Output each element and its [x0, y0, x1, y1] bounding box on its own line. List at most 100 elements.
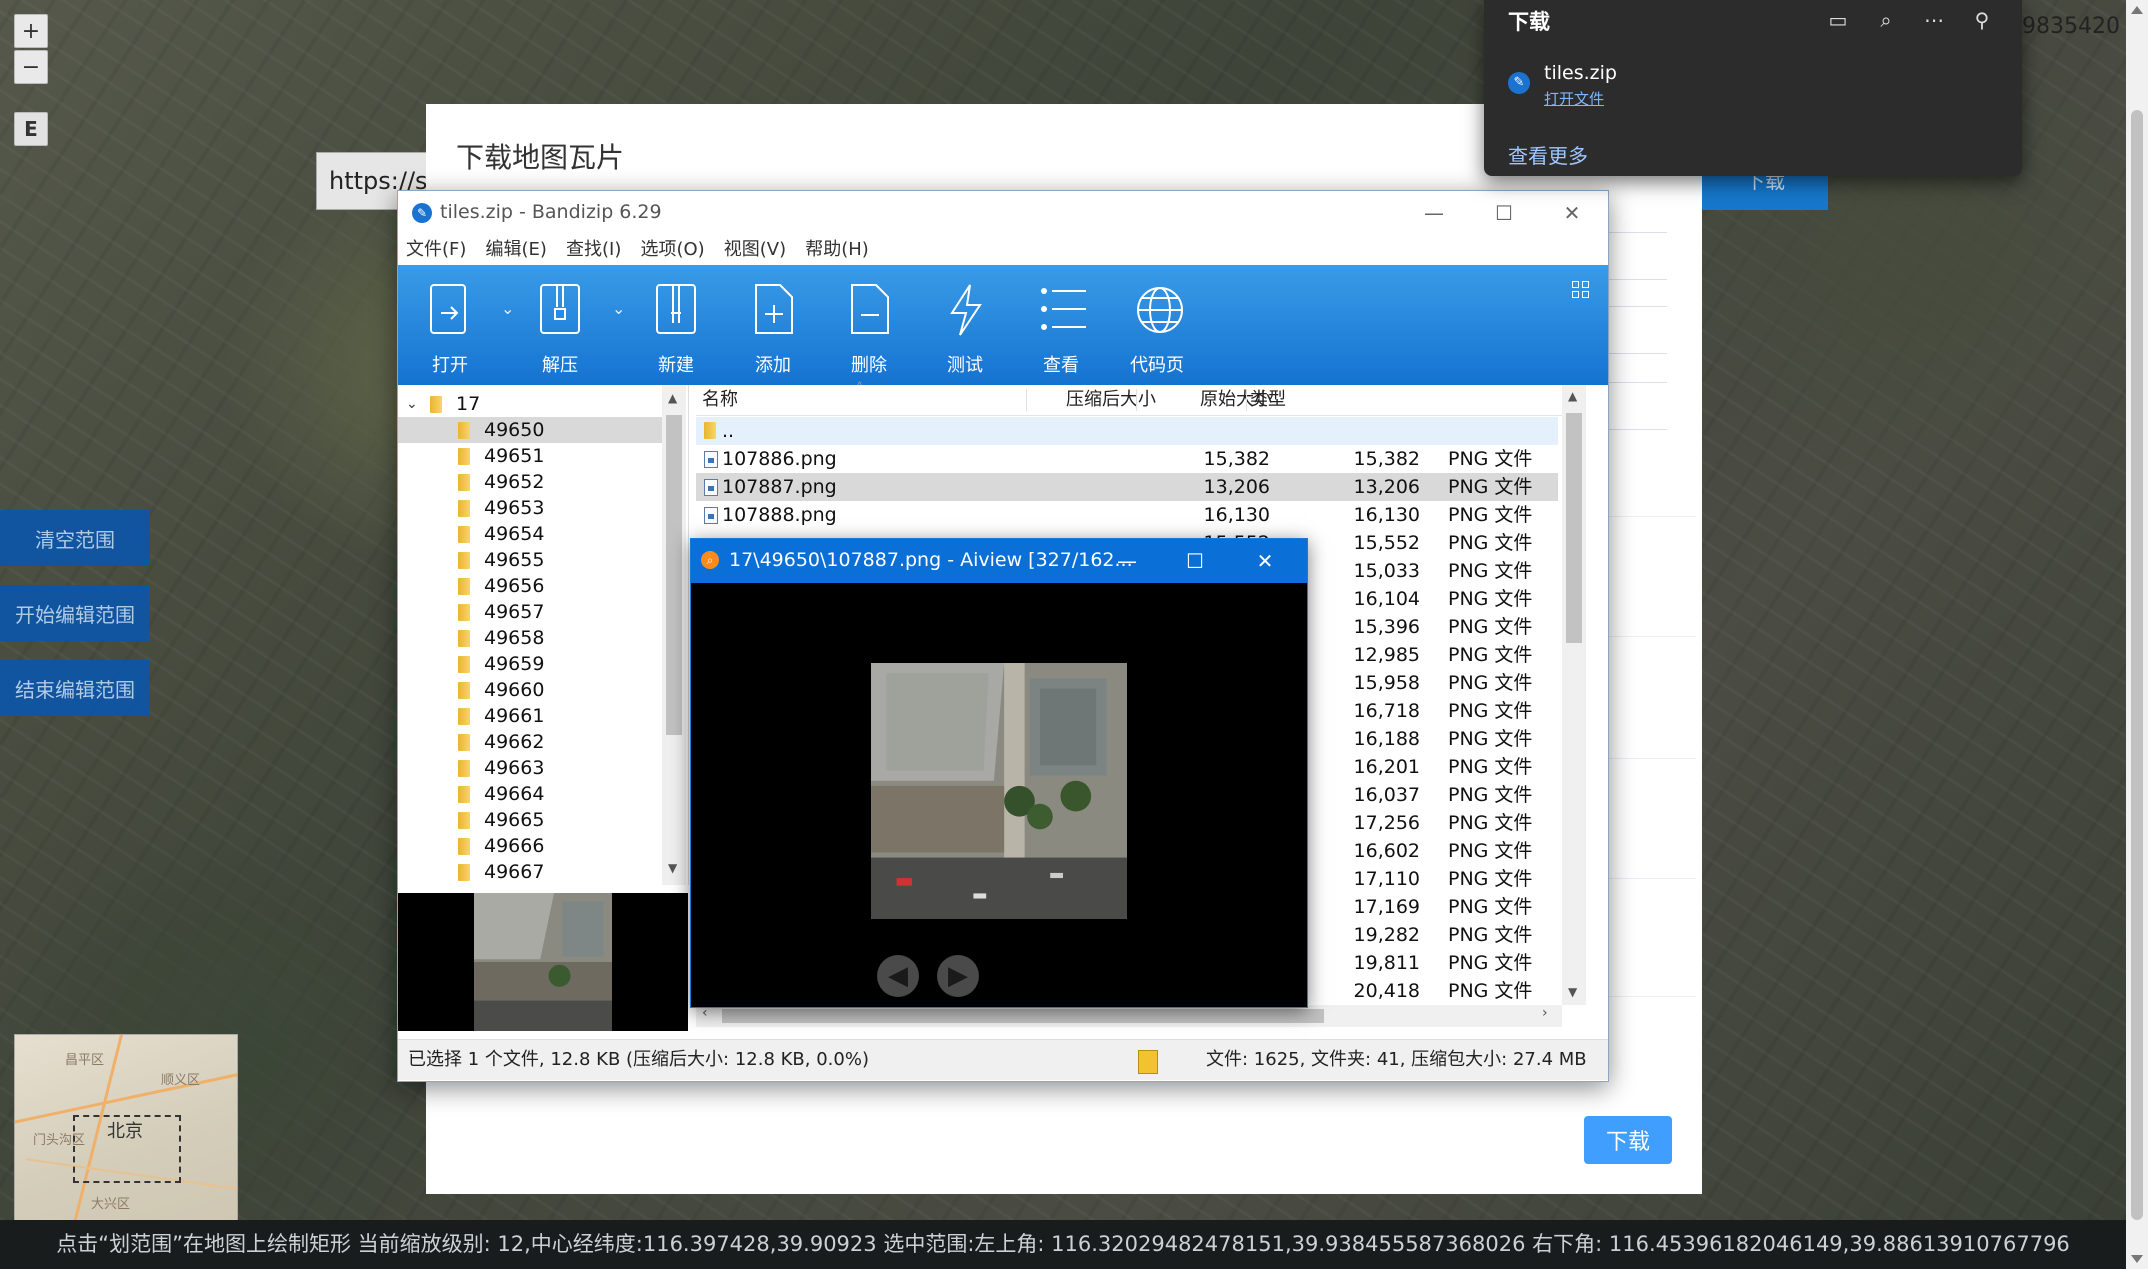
tree-item[interactable]: 49659	[398, 651, 662, 677]
tree-item[interactable]: 49665	[398, 807, 662, 833]
scrollbar-thumb[interactable]	[1566, 413, 1582, 643]
more-icon[interactable]: ⋯	[1918, 4, 1950, 36]
tree-scrollbar[interactable]: ▲ ▼	[662, 385, 686, 885]
page-scrollbar[interactable]	[2126, 0, 2148, 1269]
scroll-right-icon[interactable]: ›	[1542, 1005, 1548, 1021]
extract-dropdown-icon[interactable]: ⌄	[612, 299, 625, 318]
zoom-out-button[interactable]: −	[14, 50, 48, 84]
file-row[interactable]: 107887.png 13,206 13,206 PNG 文件	[696, 473, 1558, 501]
open-dropdown-icon[interactable]: ⌄	[501, 299, 514, 318]
codepage-button[interactable]: 代码页	[1112, 265, 1202, 385]
scroll-down-icon[interactable]	[2131, 1255, 2143, 1263]
delete-button[interactable]: 删除	[824, 265, 914, 385]
e-button[interactable]: E	[14, 112, 48, 146]
tree-item[interactable]: 49654	[398, 521, 662, 547]
col-name[interactable]: 名称	[702, 385, 738, 415]
tree-item[interactable]: 49661	[398, 703, 662, 729]
top-number: 9835420	[2022, 14, 2120, 39]
bandizip-titlebar[interactable]: ✎ tiles.zip - Bandizip 6.29 — ☐ ✕	[398, 191, 1608, 235]
file-name: 107886.png	[722, 448, 837, 470]
tree-item[interactable]: 49666	[398, 833, 662, 859]
menu-options[interactable]: 选项(O)	[640, 235, 704, 265]
search-icon[interactable]: ⌕	[1870, 4, 1902, 36]
collapse-icon[interactable]: ⌄	[406, 391, 418, 417]
add-button[interactable]: 添加	[728, 265, 818, 385]
minimize-icon[interactable]: —	[1416, 199, 1452, 227]
scrollbar-thumb[interactable]	[2131, 110, 2143, 1220]
folder-tree[interactable]: ⌄ 17 49650 49651 49652 49653 49654 49655 49656…	[398, 385, 689, 885]
tile-image[interactable]	[871, 663, 1127, 919]
file-original-size: 16,130	[1353, 504, 1420, 526]
parent-dir-row[interactable]: ..	[696, 417, 1558, 445]
file-list-scrollbar[interactable]: ▲ ▼	[1562, 385, 1586, 1005]
tree-item-label: 49656	[484, 575, 545, 597]
tree-item[interactable]: 49653	[398, 495, 662, 521]
tree-item[interactable]: 49651	[398, 443, 662, 469]
menu-help[interactable]: 帮助(H)	[805, 235, 869, 265]
modal-download-button[interactable]: 下载	[1584, 1116, 1672, 1164]
tree-item[interactable]: 49662	[398, 729, 662, 755]
close-icon[interactable]: ✕	[1554, 199, 1590, 227]
view-button[interactable]: 查看	[1016, 265, 1106, 385]
delete-label: 删除	[851, 355, 887, 376]
tree-item[interactable]: 49656	[398, 573, 662, 599]
tree-item[interactable]: 49650	[398, 417, 662, 443]
clear-range-button[interactable]: 清空范围	[0, 510, 150, 566]
divider	[1606, 516, 1696, 517]
see-more-link[interactable]: 查看更多	[1508, 140, 1588, 169]
arrow-right-icon[interactable]: ▶	[937, 955, 979, 997]
scroll-up-icon[interactable]: ▲	[668, 391, 677, 405]
file-row[interactable]: 107886.png 15,382 15,382 PNG 文件	[696, 445, 1558, 473]
menu-file[interactable]: 文件(F)	[406, 235, 466, 265]
maximize-icon[interactable]: ☐	[1486, 199, 1522, 227]
aiview-titlebar[interactable]: ⌕ 17\49650\107887.png - Aiview [327/162.…	[691, 539, 1307, 583]
preview-pane	[398, 893, 688, 1031]
menu-view[interactable]: 视图(V)	[724, 235, 786, 265]
scroll-up-icon[interactable]	[2131, 6, 2143, 14]
overview-minimap[interactable]: 昌平区 顺义区 门头沟区 大兴区 北京	[14, 1034, 238, 1222]
folder-icon	[430, 396, 442, 413]
col-type[interactable]: 类型	[1250, 385, 1286, 415]
scroll-up-icon[interactable]: ▲	[1568, 389, 1577, 403]
scrollbar-thumb[interactable]	[722, 1009, 1324, 1023]
close-icon[interactable]: ✕	[1247, 547, 1283, 575]
menu-find[interactable]: 查找(I)	[566, 235, 621, 265]
file-type: PNG 文件	[1448, 700, 1533, 722]
tree-item-label: 49660	[484, 679, 545, 701]
tree-item[interactable]: 49655	[398, 547, 662, 573]
open-file-link[interactable]: 打开文件	[1544, 88, 1604, 109]
col-compressed[interactable]: 压缩后大小	[1066, 385, 1156, 415]
open-button[interactable]: 打开	[405, 265, 495, 385]
tree-item[interactable]: 49664	[398, 781, 662, 807]
file-type: PNG 文件	[1448, 980, 1533, 1002]
folder-icon[interactable]: ▭	[1822, 4, 1854, 36]
new-button[interactable]: 新建	[631, 265, 721, 385]
menu-edit[interactable]: 编辑(E)	[486, 235, 547, 265]
layout-grid-icon[interactable]	[1572, 281, 1590, 299]
aiview-title: 17\49650\107887.png - Aiview [327/162...	[729, 549, 1133, 571]
tree-item[interactable]: 49660	[398, 677, 662, 703]
tree-item[interactable]: 49652	[398, 469, 662, 495]
extract-button[interactable]: 解压	[515, 265, 605, 385]
pin-icon[interactable]: ⚲	[1966, 4, 1998, 36]
start-edit-range-button[interactable]: 开始编辑范围	[0, 585, 150, 641]
scroll-down-icon[interactable]: ▼	[668, 861, 677, 875]
tree-root[interactable]: ⌄ 17	[398, 391, 662, 417]
file-list-hscrollbar[interactable]: ‹ ›	[696, 1005, 1562, 1027]
delete-file-icon	[851, 284, 889, 334]
end-edit-range-button[interactable]: 结束编辑范围	[0, 660, 150, 716]
maximize-icon[interactable]: ☐	[1177, 547, 1213, 575]
tree-item[interactable]: 49663	[398, 755, 662, 781]
file-name: 107888.png	[722, 504, 837, 526]
minimize-icon[interactable]: —	[1109, 547, 1145, 575]
arrow-left-icon[interactable]: ◀	[877, 955, 919, 997]
test-button[interactable]: 测试	[920, 265, 1010, 385]
tree-item[interactable]: 49667	[398, 859, 662, 885]
tree-item[interactable]: 49657	[398, 599, 662, 625]
tree-item[interactable]: 49658	[398, 625, 662, 651]
zoom-in-button[interactable]: +	[14, 14, 48, 48]
download-file-name[interactable]: tiles.zip	[1544, 62, 1617, 84]
file-row[interactable]: 107888.png 16,130 16,130 PNG 文件	[696, 501, 1558, 529]
scrollbar-thumb[interactable]	[666, 415, 682, 735]
scroll-down-icon[interactable]: ▼	[1568, 985, 1577, 999]
